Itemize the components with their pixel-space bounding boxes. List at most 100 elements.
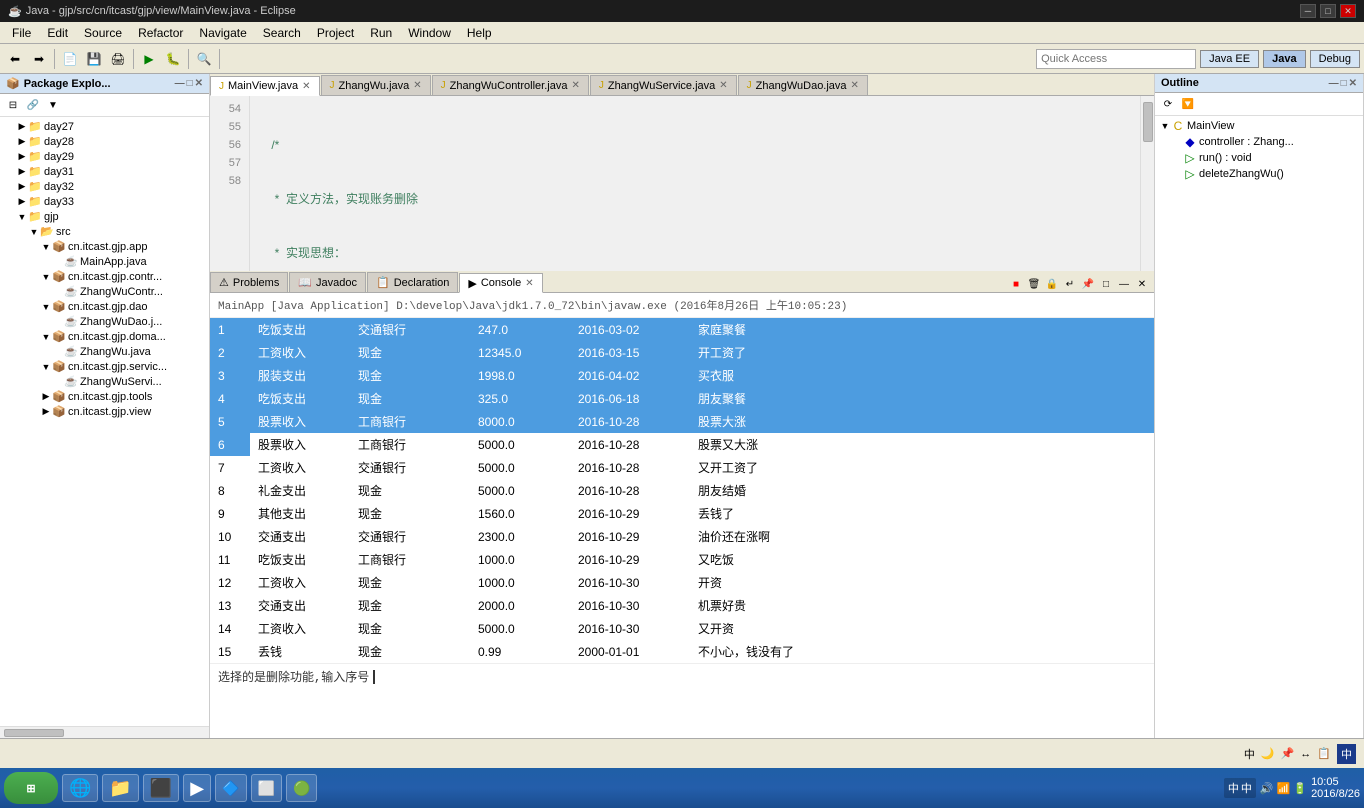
menu-window[interactable]: Window (400, 24, 459, 42)
close-console-btn[interactable]: ✕ (1134, 276, 1150, 292)
tree-node-zhangwudao[interactable]: ☕ ZhangWuDao.j... (0, 314, 209, 329)
menu-edit[interactable]: Edit (39, 24, 76, 42)
toolbar-btn-run[interactable]: ▶ (138, 48, 160, 70)
menu-run[interactable]: Run (362, 24, 400, 42)
table-row[interactable]: 1吃饭支出交通银行247.02016-03-02家庭聚餐 (210, 318, 1154, 341)
table-row[interactable]: 7工资收入交通银行5000.02016-10-28又开工资了 (210, 456, 1154, 479)
tab-close-btn[interactable]: ✕ (719, 80, 727, 91)
start-button[interactable]: ⊞ (4, 772, 58, 804)
table-row[interactable]: 10交通支出交通银行2300.02016-10-29油价还在涨啊 (210, 525, 1154, 548)
menu-project[interactable]: Project (309, 24, 362, 42)
table-row[interactable]: 9其他支出现金1560.02016-10-29丢钱了 (210, 502, 1154, 525)
debug-perspective[interactable]: Debug (1310, 50, 1360, 68)
toolbar-btn-print[interactable]: 🖨 (107, 48, 129, 70)
maximize-panel-btn[interactable]: □ (187, 78, 193, 89)
java-ee-perspective[interactable]: Java EE (1200, 50, 1259, 68)
tab-close-btn[interactable]: ✕ (413, 80, 421, 91)
tab-mainview[interactable]: J MainView.java ✕ (210, 76, 320, 96)
outline-node-run[interactable]: ▷ run() : void (1155, 150, 1363, 166)
tree-node-src[interactable]: ▼ 📂 src (0, 224, 209, 239)
scroll-lock-btn[interactable]: 🔒 (1044, 276, 1060, 292)
table-row[interactable]: 13交通支出现金2000.02016-10-30机票好贵 (210, 594, 1154, 617)
close-panel-btn[interactable]: ✕ (195, 78, 203, 89)
tree-node-service[interactable]: ▼ 📦 cn.itcast.gjp.servic... (0, 359, 209, 374)
maximize-outline-btn[interactable]: □ (1341, 78, 1347, 89)
table-row[interactable]: 6股票收入工商银行5000.02016-10-28股票又大涨 (210, 433, 1154, 456)
tab-declaration[interactable]: 📋 Declaration (367, 272, 458, 292)
menu-source[interactable]: Source (76, 24, 130, 42)
tree-node-zhangwuctrl[interactable]: ☕ ZhangWuContr... (0, 284, 209, 299)
tree-node-zhangwujava[interactable]: ☕ ZhangWu.java (0, 344, 209, 359)
taskbar-app5[interactable]: ⬜ (251, 774, 282, 802)
collapse-all-btn[interactable]: ⊟ (4, 96, 22, 114)
tree-node-dao[interactable]: ▼ 📦 cn.itcast.gjp.dao (0, 299, 209, 314)
tab-javadoc[interactable]: 📖 Javadoc (289, 272, 366, 292)
java-perspective[interactable]: Java (1263, 50, 1305, 68)
tab-service[interactable]: J ZhangWuService.java ✕ (590, 75, 737, 95)
toolbar-btn-save[interactable]: 💾 (83, 48, 105, 70)
tab-problems[interactable]: ⚠ Problems (210, 272, 288, 292)
clear-btn[interactable]: 🗑 (1026, 276, 1042, 292)
tab-zhangwu[interactable]: J ZhangWu.java ✕ (321, 75, 431, 95)
tree-node-day32[interactable]: ▶ 📁 day32 (0, 179, 209, 194)
tree-node-day28[interactable]: ▶ 📁 day28 (0, 134, 209, 149)
minimize-button[interactable]: ─ (1300, 4, 1316, 18)
toolbar-btn-new[interactable]: 📄 (59, 48, 81, 70)
table-row[interactable]: 2工资收入现金12345.02016-03-15开工资了 (210, 341, 1154, 364)
table-row[interactable]: 14工资收入现金5000.02016-10-30又开资 (210, 617, 1154, 640)
taskbar-explorer[interactable]: 📁 (102, 774, 138, 802)
tab-close-btn[interactable]: ✕ (525, 278, 533, 289)
pin-btn[interactable]: 📌 (1080, 276, 1096, 292)
quick-access-input[interactable] (1036, 49, 1196, 69)
word-wrap-btn[interactable]: ↵ (1062, 276, 1078, 292)
tree-node-day33[interactable]: ▶ 📁 day33 (0, 194, 209, 209)
taskbar-media[interactable]: ▶ (183, 774, 211, 802)
tree-node-day29[interactable]: ▶ 📁 day29 (0, 149, 209, 164)
toolbar-btn-search[interactable]: 🔍 (193, 48, 215, 70)
menu-help[interactable]: Help (459, 24, 500, 42)
maximize-console-btn[interactable]: □ (1098, 276, 1114, 292)
tree-scrollbar-h[interactable] (0, 726, 209, 738)
outline-node-controller[interactable]: ◆ controller : Zhang... (1155, 134, 1363, 150)
tab-console[interactable]: ▶ Console ✕ (459, 273, 542, 293)
editor-scrollbar-v[interactable] (1140, 96, 1154, 271)
tree-node-mainapp[interactable]: ☕ MainApp.java (0, 254, 209, 269)
toolbar-btn-2[interactable]: ➡ (28, 48, 50, 70)
tree-node-day27[interactable]: ▶ 📁 day27 (0, 119, 209, 134)
minimize-outline-btn[interactable]: — (1329, 78, 1339, 89)
outline-node-mainview[interactable]: ▼ C MainView (1155, 118, 1363, 134)
table-row[interactable]: 8礼金支出现金5000.02016-10-28朋友结婚 (210, 479, 1154, 502)
menu-navigate[interactable]: Navigate (191, 24, 254, 42)
close-button[interactable]: ✕ (1340, 4, 1356, 18)
maximize-button[interactable]: □ (1320, 4, 1336, 18)
tree-node-app[interactable]: ▼ 📦 cn.itcast.gjp.app (0, 239, 209, 254)
taskbar-app6[interactable]: 🟢 (286, 774, 317, 802)
tree-node-domain[interactable]: ▼ 📦 cn.itcast.gjp.doma... (0, 329, 209, 344)
tab-close-btn[interactable]: ✕ (302, 81, 310, 92)
table-row[interactable]: 3服装支出现金1998.02016-04-02买衣服 (210, 364, 1154, 387)
tree-node-view[interactable]: ▶ 📦 cn.itcast.gjp.view (0, 404, 209, 419)
tab-close-btn[interactable]: ✕ (571, 80, 579, 91)
outline-node-delete[interactable]: ▷ deleteZhangWu() (1155, 166, 1363, 182)
scrollbar-thumb-h[interactable] (4, 729, 64, 737)
code-editor[interactable]: 54 55 56 57 58 /* * 定义方法，实现账务删除 * 实现思想： … (210, 96, 1154, 271)
console-content[interactable]: MainApp [Java Application] D:\develop\Ja… (210, 293, 1154, 738)
table-row[interactable]: 15丢钱现金0.992000-01-01不小心，钱没有了 (210, 640, 1154, 663)
taskbar-app4[interactable]: 🔷 (215, 774, 246, 802)
scrollbar-thumb[interactable] (1143, 102, 1153, 142)
tree-node-zhangwuserv[interactable]: ☕ ZhangWuServi... (0, 374, 209, 389)
tree-node-day31[interactable]: ▶ 📁 day31 (0, 164, 209, 179)
table-row[interactable]: 11吃饭支出工商银行1000.02016-10-29又吃饭 (210, 548, 1154, 571)
minimize-panel-btn[interactable]: — (175, 78, 185, 89)
link-editor-btn[interactable]: 🔗 (24, 96, 42, 114)
stop-btn[interactable]: ■ (1008, 276, 1024, 292)
tab-dao[interactable]: J ZhangWuDao.java ✕ (738, 75, 868, 95)
filter-btn[interactable]: 🔽 (1179, 95, 1197, 113)
menu-search[interactable]: Search (255, 24, 309, 42)
menu-refactor[interactable]: Refactor (130, 24, 191, 42)
menu-file[interactable]: File (4, 24, 39, 42)
tree-node-controller[interactable]: ▼ 📦 cn.itcast.gjp.contr... (0, 269, 209, 284)
tree-node-tools[interactable]: ▶ 📦 cn.itcast.gjp.tools (0, 389, 209, 404)
code-content[interactable]: /* * 定义方法，实现账务删除 * 实现思想： * 接收用户的输入，输入一个主… (250, 96, 1140, 271)
toolbar-btn-1[interactable]: ⬅ (4, 48, 26, 70)
